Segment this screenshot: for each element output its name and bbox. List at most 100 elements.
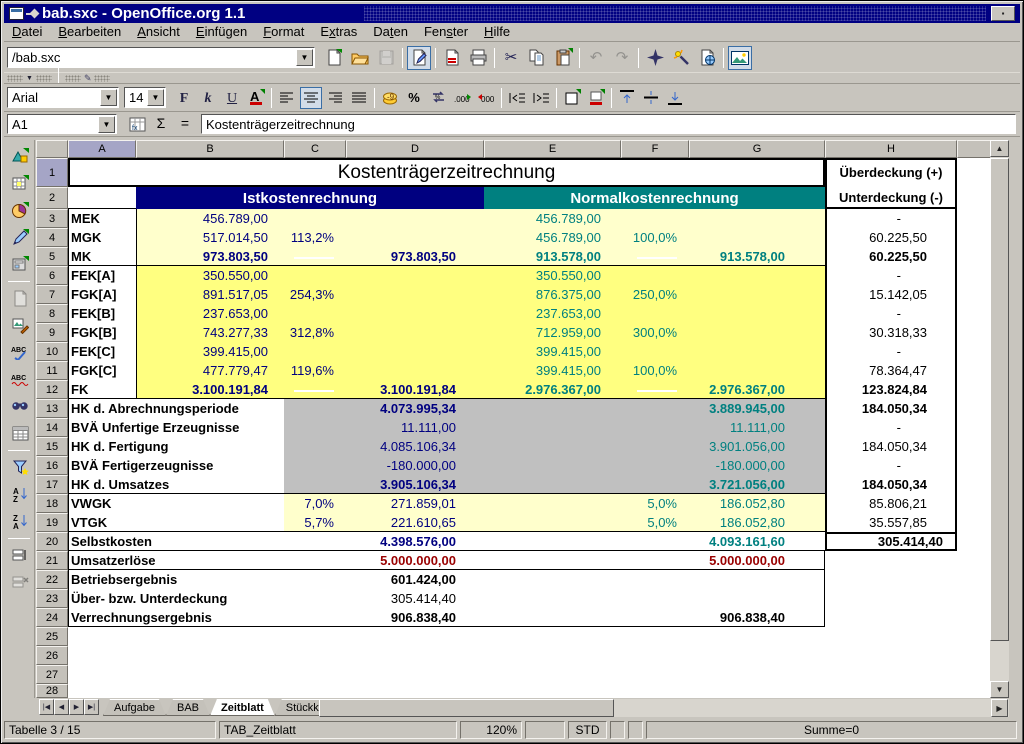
cell-reference-box[interactable]: A1 ▼ xyxy=(7,114,117,134)
align-justify-button[interactable] xyxy=(348,87,370,109)
cell-H12[interactable]: 123.824,84 xyxy=(825,380,957,399)
cell-F11[interactable]: 100,0% xyxy=(621,361,689,380)
cell-D19[interactable]: 221.610,65 xyxy=(346,513,484,532)
cell-E11[interactable]: 399.415,00 xyxy=(484,361,621,380)
cell-G24[interactable]: 906.838,40 xyxy=(689,608,825,627)
row-header-17[interactable]: 17 xyxy=(36,475,68,494)
cell-A24[interactable]: Verrechnungsergebnis xyxy=(68,608,284,627)
align-right-button[interactable] xyxy=(324,87,346,109)
cell-H19[interactable]: 35.557,85 xyxy=(825,513,957,532)
toolbar-grip[interactable] xyxy=(7,75,23,82)
row-header-6[interactable]: 6 xyxy=(36,266,68,285)
cell-C11[interactable]: 119,6% xyxy=(284,361,346,380)
row-header-13[interactable]: 13 xyxy=(36,399,68,418)
cell-E4[interactable]: 456.789,00 xyxy=(484,228,621,247)
cell-B11[interactable]: 477.779,47 xyxy=(136,361,284,380)
bold-button[interactable]: F xyxy=(173,87,195,109)
cell-A4[interactable]: MGK xyxy=(68,228,136,247)
menu-extras[interactable]: Extras xyxy=(312,23,365,41)
cell-D12[interactable]: 3.100.191,84 xyxy=(346,380,484,399)
cell-D15[interactable]: 4.085.106,34 xyxy=(346,437,484,456)
cell-D14[interactable]: 11.111,00 xyxy=(346,418,484,437)
cell-E3[interactable]: 456.789,00 xyxy=(484,209,621,228)
formula-input[interactable]: Kostenträgerzeitrechnung xyxy=(201,114,1016,134)
cell-A5[interactable]: MK xyxy=(68,247,136,266)
cell-A11[interactable]: FGK[C] xyxy=(68,361,136,380)
cell-G16[interactable]: -180.000,00 xyxy=(689,456,825,475)
row-header-15[interactable]: 15 xyxy=(36,437,68,456)
cell-D5[interactable]: 973.803,50 xyxy=(346,247,484,266)
row-header-10[interactable]: 10 xyxy=(36,342,68,361)
cell-G12[interactable]: 2.976.367,00 xyxy=(689,380,825,399)
align-center-button[interactable] xyxy=(300,87,322,109)
cell-G15[interactable]: 3.901.056,00 xyxy=(689,437,825,456)
sort-descending-button[interactable]: ZA xyxy=(8,509,32,533)
cell-H7[interactable]: 15.142,05 xyxy=(825,285,957,304)
equals-button[interactable]: = xyxy=(174,113,196,135)
cell-H20[interactable]: 305.414,40 xyxy=(825,532,957,551)
row-header-7[interactable]: 7 xyxy=(36,285,68,304)
cell-A18[interactable]: VWGK xyxy=(68,494,284,513)
cell-H15[interactable]: 184.050,34 xyxy=(825,437,957,456)
background-button[interactable] xyxy=(585,87,607,109)
cell-F9[interactable]: 300,0% xyxy=(621,323,689,342)
sort-ascending-button[interactable]: AZ xyxy=(8,482,32,506)
align-bottom-button[interactable] xyxy=(664,87,686,109)
cell-G13[interactable]: 3.889.945,00 xyxy=(689,399,825,418)
cell-A9[interactable]: FGK[B] xyxy=(68,323,136,342)
menu-einfgen[interactable]: Einfügen xyxy=(188,23,255,41)
autospellcheck-button[interactable]: ABC xyxy=(8,367,32,391)
tab-prev-icon[interactable]: ◀ xyxy=(54,699,69,715)
menu-ansicht[interactable]: Ansicht xyxy=(129,23,188,41)
add-decimal-button[interactable]: .000 xyxy=(451,87,473,109)
group-button[interactable] xyxy=(8,543,32,567)
cell-H9[interactable]: 30.318,33 xyxy=(825,323,957,342)
cell-E5[interactable]: 913.578,00 xyxy=(484,247,621,266)
cell-E10[interactable]: 399.415,00 xyxy=(484,342,621,361)
edit-file-button[interactable] xyxy=(407,46,431,70)
cell-A12[interactable]: FK xyxy=(68,380,136,399)
column-header-A[interactable]: A xyxy=(68,140,136,158)
new-document-button[interactable] xyxy=(322,46,346,70)
row-header-24[interactable]: 24 xyxy=(36,608,68,627)
sum-button[interactable]: Σ xyxy=(150,113,172,135)
menu-bearbeiten[interactable]: Bearbeiten xyxy=(50,23,129,41)
row-header-9[interactable]: 9 xyxy=(36,323,68,342)
cell-F4[interactable]: 100,0% xyxy=(621,228,689,247)
navigator-button[interactable] xyxy=(643,46,667,70)
currency-button[interactable]: -9 xyxy=(379,87,401,109)
cell-H16[interactable]: - xyxy=(825,456,957,475)
percent-button[interactable]: % xyxy=(403,87,425,109)
toolbar-grip[interactable] xyxy=(65,75,81,82)
window-menu-button[interactable]: ▪ xyxy=(991,6,1015,21)
function-wizard-button[interactable]: fx xyxy=(126,113,148,135)
menu-format[interactable]: Format xyxy=(255,23,312,41)
cell-E8[interactable]: 237.653,00 xyxy=(484,304,621,323)
cell-E9[interactable]: 712.959,00 xyxy=(484,323,621,342)
gallery-button[interactable] xyxy=(728,46,752,70)
cell-H18[interactable]: 85.806,21 xyxy=(825,494,957,513)
cell-G5[interactable]: 913.578,00 xyxy=(689,247,825,266)
row-header-3[interactable]: 3 xyxy=(36,209,68,228)
cell-D16[interactable]: -180.000,00 xyxy=(346,456,484,475)
cell-G19[interactable]: 186.052,80 xyxy=(689,513,825,532)
cell-G20[interactable]: 4.093.161,60 xyxy=(689,532,825,551)
cell-B3[interactable]: 456.789,00 xyxy=(136,209,284,228)
row-header-20[interactable]: 20 xyxy=(36,532,68,551)
cell-F7[interactable]: 250,0% xyxy=(621,285,689,304)
row-header-12[interactable]: 12 xyxy=(36,380,68,399)
insert-button[interactable] xyxy=(8,144,32,168)
row-header-14[interactable]: 14 xyxy=(36,418,68,437)
cell-B8[interactable]: 237.653,00 xyxy=(136,304,284,323)
indent-dec-button[interactable] xyxy=(506,87,528,109)
horizontal-scroll-thumb[interactable] xyxy=(319,699,614,717)
pen-icon[interactable]: ✎ xyxy=(84,73,92,84)
toolbar-grip[interactable] xyxy=(94,75,110,82)
cell-A13[interactable]: HK d. Abrechnungsperiode xyxy=(68,399,284,418)
cell-H6[interactable]: - xyxy=(825,266,957,285)
find-replace-button[interactable] xyxy=(8,394,32,418)
vertical-scroll-thumb[interactable] xyxy=(990,158,1009,641)
row-header-4[interactable]: 4 xyxy=(36,228,68,247)
cell-H13[interactable]: 184.050,34 xyxy=(825,399,957,418)
cell-H3[interactable]: - xyxy=(825,209,957,228)
